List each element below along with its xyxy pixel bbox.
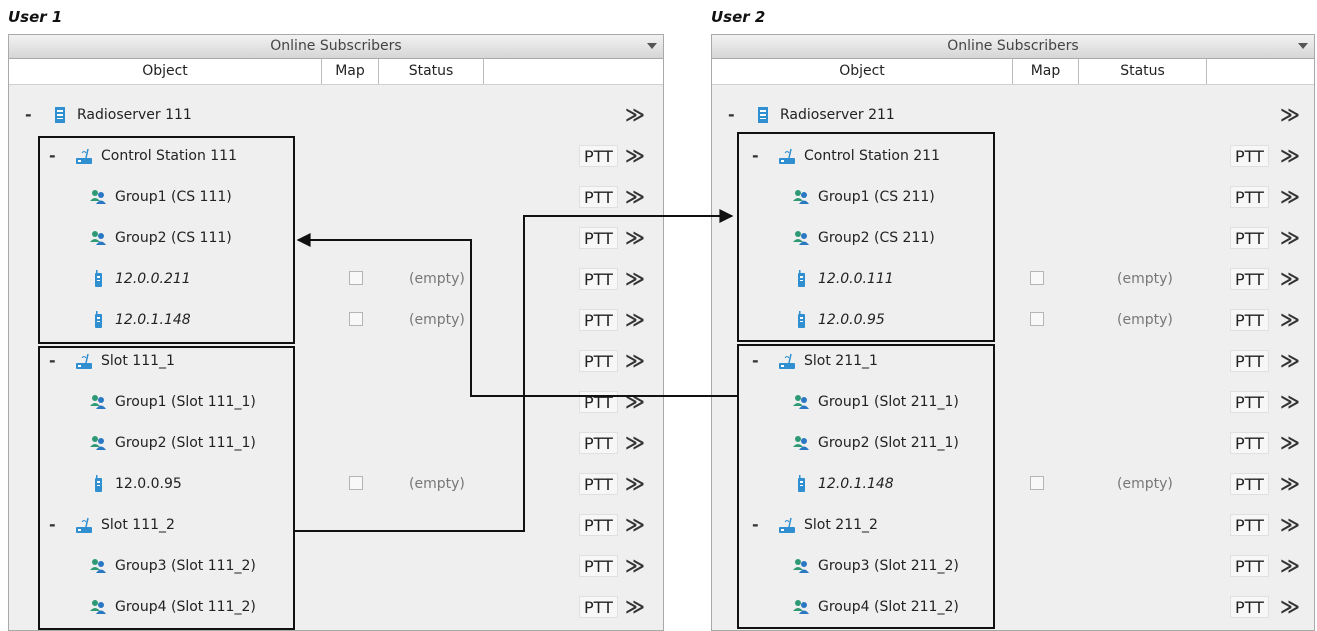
double-chevron-right-icon[interactable]: ≫: [1280, 300, 1300, 341]
map-checkbox[interactable]: [349, 476, 363, 490]
column-header-row: Object Map Status: [712, 59, 1314, 85]
double-chevron-right-icon[interactable]: ≫: [625, 177, 645, 218]
tree-row[interactable]: - Radioserver 111 ≫: [9, 95, 663, 136]
server-icon: [51, 106, 69, 124]
map-checkbox[interactable]: [1030, 271, 1044, 285]
control-station-111-frame: [38, 136, 295, 344]
double-chevron-right-icon[interactable]: ≫: [1280, 136, 1300, 177]
map-checkbox[interactable]: [1030, 476, 1044, 490]
status-value: (empty): [1117, 312, 1173, 328]
double-chevron-right-icon[interactable]: ≫: [1280, 546, 1300, 587]
double-chevron-right-icon[interactable]: ≫: [1280, 587, 1300, 628]
control-station-211-frame: [737, 132, 995, 342]
double-chevron-right-icon[interactable]: ≫: [625, 587, 645, 628]
column-header-row: Object Map Status: [9, 59, 663, 85]
double-chevron-right-icon[interactable]: ≫: [625, 464, 645, 505]
double-chevron-right-icon[interactable]: ≫: [625, 423, 645, 464]
ptt-button[interactable]: PTT: [1230, 350, 1269, 372]
ptt-button[interactable]: PTT: [579, 227, 618, 249]
ptt-button[interactable]: PTT: [1230, 186, 1269, 208]
ptt-button[interactable]: PTT: [579, 391, 618, 413]
chevron-down-icon[interactable]: [647, 43, 657, 49]
double-chevron-right-icon[interactable]: ≫: [1280, 382, 1300, 423]
status-value: (empty): [409, 476, 465, 492]
ptt-button[interactable]: PTT: [1230, 227, 1269, 249]
status-value: (empty): [1117, 271, 1173, 287]
column-object[interactable]: Object: [9, 59, 322, 84]
panel-title: Online Subscribers: [270, 38, 402, 54]
double-chevron-right-icon[interactable]: ≫: [625, 505, 645, 546]
column-status[interactable]: Status: [379, 59, 484, 84]
chevron-down-icon[interactable]: [1298, 43, 1308, 49]
double-chevron-right-icon[interactable]: ≫: [625, 136, 645, 177]
ptt-button[interactable]: PTT: [579, 145, 618, 167]
double-chevron-right-icon[interactable]: ≫: [1280, 218, 1300, 259]
ptt-button[interactable]: PTT: [1230, 514, 1269, 536]
ptt-button[interactable]: PTT: [1230, 473, 1269, 495]
ptt-button[interactable]: PTT: [579, 555, 618, 577]
double-chevron-right-icon[interactable]: ≫: [1280, 95, 1300, 136]
map-checkbox[interactable]: [1030, 312, 1044, 326]
double-chevron-right-icon[interactable]: ≫: [625, 341, 645, 382]
ptt-button[interactable]: PTT: [579, 350, 618, 372]
status-value: (empty): [409, 271, 465, 287]
panel-header: Online Subscribers: [9, 35, 663, 59]
row-label: Radioserver 111: [77, 107, 192, 123]
collapse-toggle[interactable]: -: [728, 95, 735, 134]
ptt-button[interactable]: PTT: [579, 268, 618, 290]
double-chevron-right-icon[interactable]: ≫: [1280, 341, 1300, 382]
ptt-button[interactable]: PTT: [579, 432, 618, 454]
double-chevron-right-icon[interactable]: ≫: [1280, 423, 1300, 464]
double-chevron-right-icon[interactable]: ≫: [1280, 259, 1300, 300]
user1-label: User 1: [8, 8, 63, 26]
map-checkbox[interactable]: [349, 312, 363, 326]
ptt-button[interactable]: PTT: [579, 186, 618, 208]
double-chevron-right-icon[interactable]: ≫: [1280, 177, 1300, 218]
double-chevron-right-icon[interactable]: ≫: [625, 300, 645, 341]
double-chevron-right-icon[interactable]: ≫: [625, 382, 645, 423]
panel-title: Online Subscribers: [947, 38, 1079, 54]
ptt-button[interactable]: PTT: [579, 309, 618, 331]
slots-111-frame: [38, 346, 295, 630]
server-icon: [754, 106, 772, 124]
ptt-button[interactable]: PTT: [1230, 555, 1269, 577]
row-label: Radioserver 211: [780, 107, 895, 123]
double-chevron-right-icon[interactable]: ≫: [1280, 464, 1300, 505]
ptt-button[interactable]: PTT: [1230, 309, 1269, 331]
ptt-button[interactable]: PTT: [1230, 391, 1269, 413]
column-status[interactable]: Status: [1079, 59, 1207, 84]
column-map[interactable]: Map: [322, 59, 379, 84]
user2-label: User 2: [711, 8, 766, 26]
double-chevron-right-icon[interactable]: ≫: [625, 218, 645, 259]
double-chevron-right-icon[interactable]: ≫: [625, 95, 645, 136]
ptt-button[interactable]: PTT: [579, 596, 618, 618]
collapse-toggle[interactable]: -: [25, 95, 32, 134]
double-chevron-right-icon[interactable]: ≫: [625, 259, 645, 300]
map-checkbox[interactable]: [349, 271, 363, 285]
ptt-button[interactable]: PTT: [1230, 432, 1269, 454]
ptt-button[interactable]: PTT: [579, 514, 618, 536]
double-chevron-right-icon[interactable]: ≫: [625, 546, 645, 587]
panel-header: Online Subscribers: [712, 35, 1314, 59]
column-object[interactable]: Object: [712, 59, 1013, 84]
slots-211-frame: [737, 344, 995, 629]
tree-row[interactable]: - Radioserver 211 ≫: [712, 95, 1314, 136]
double-chevron-right-icon[interactable]: ≫: [1280, 505, 1300, 546]
ptt-button[interactable]: PTT: [1230, 268, 1269, 290]
status-value: (empty): [1117, 476, 1173, 492]
column-map[interactable]: Map: [1013, 59, 1079, 84]
status-value: (empty): [409, 312, 465, 328]
ptt-button[interactable]: PTT: [579, 473, 618, 495]
ptt-button[interactable]: PTT: [1230, 145, 1269, 167]
ptt-button[interactable]: PTT: [1230, 596, 1269, 618]
